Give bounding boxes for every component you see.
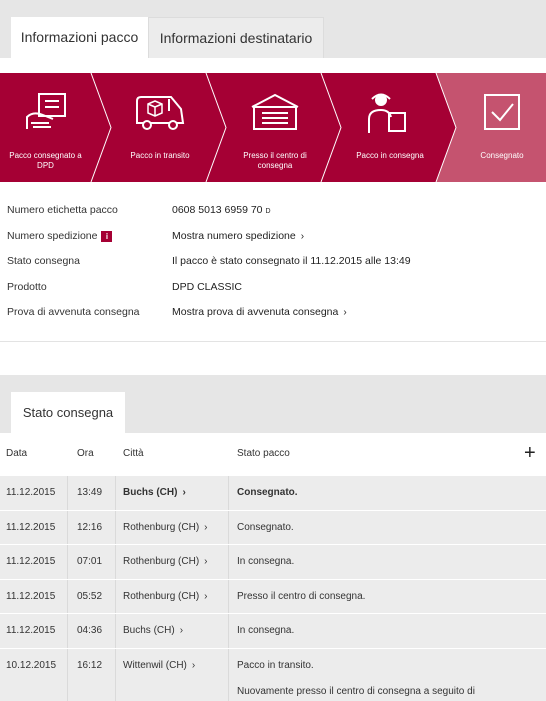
city-name: Rothenburg (CH)	[123, 556, 200, 567]
show-shipment-number-link[interactable]: Mostra numero spedizione ›	[172, 230, 304, 242]
product-value: DPD CLASSIC	[172, 280, 243, 293]
cell-time: 07:01	[77, 556, 103, 567]
tab-delivery-status[interactable]: Stato consegna	[11, 392, 125, 433]
tab-recipient-info[interactable]: Informazioni destinatario	[148, 17, 324, 58]
step-label: Pacco in transito	[130, 151, 190, 160]
table-row: 10.12.2015 16:12 Wittenwil (CH) › Pacco i…	[0, 648, 546, 701]
step-delivered: Consegnato	[452, 73, 546, 182]
info-icon[interactable]: i	[101, 230, 113, 242]
cell-city-link[interactable]: Rothenburg (CH) ›	[123, 556, 208, 567]
table-row: 11.12.2015 04:36 Buchs (CH) › In consegna…	[0, 614, 546, 649]
detail-row-status: Stato consegna Il pacco è stato consegna…	[0, 249, 546, 275]
table-row: 11.12.2015 12:16 Rothenburg (CH) › Conseg…	[0, 510, 546, 545]
cell-time: 16:12	[77, 659, 103, 671]
cell-date: 10.12.2015	[6, 659, 57, 671]
city-name: Rothenburg (CH)	[123, 590, 200, 602]
cell-city-link[interactable]: Rothenburg (CH) ›	[123, 522, 208, 533]
parcel-details: Numero etichetta pacco 0608 5013 6959 70…	[0, 198, 546, 326]
chevron-right-icon: ›	[191, 659, 196, 671]
chevron-right-icon: ›	[204, 521, 208, 533]
cell-time: 04:36	[77, 625, 103, 636]
chevron-right-icon: ›	[300, 230, 305, 242]
show-proof-link[interactable]: Mostra prova di avvenuta consegna ›	[172, 306, 347, 318]
step-label: Consegnato	[480, 151, 524, 160]
detail-label: Numero spedizione i	[7, 229, 113, 242]
hand-with-parcel-icon	[25, 93, 66, 129]
parcel-number-value: 0608 5013 6959 70 D	[172, 204, 271, 216]
detail-label: Numero etichetta pacco	[7, 204, 118, 216]
detail-row-shipment-number: Numero spedizione i Mostra numero spedizi…	[0, 224, 546, 250]
cell-status: Presso il centro di consegna.	[237, 590, 366, 602]
cell-city-link[interactable]: Rothenburg (CH) ›	[123, 591, 208, 602]
history-section-header: Stato consegna	[0, 375, 546, 433]
parcel-number-suffix: D	[265, 208, 271, 215]
checkmark-icon	[484, 94, 520, 130]
chevron-right-icon: ›	[204, 590, 208, 602]
delivery-progress: Pacco consegnato a DPD Pacco in transito…	[0, 73, 546, 182]
step-label: Pacco in consegna	[356, 151, 424, 160]
column-header-status: Stato pacco	[237, 448, 290, 459]
expand-plus-icon[interactable]: +	[524, 441, 536, 465]
delivery-van-icon	[136, 96, 185, 130]
detail-label: Prova di avvenuta consegna	[7, 306, 140, 318]
link-text: Mostra prova di avvenuta consegna	[172, 306, 339, 318]
step-picked-up: Pacco consegnato a DPD	[0, 73, 91, 182]
detail-row-proof: Prova di avvenuta consegna Mostra prova …	[0, 300, 546, 326]
depot-garage-icon	[251, 93, 299, 130]
step-label: Pacco consegnato a DPD	[9, 151, 82, 170]
cell-time: 13:49	[77, 487, 103, 498]
history-table-body: 11.12.2015 13:49 Buchs (CH) › Consegnato.…	[0, 476, 546, 701]
cell-status: In consegna.	[237, 556, 295, 567]
cell-date: 11.12.2015	[6, 521, 56, 533]
detail-row-parcel-number: Numero etichetta pacco 0608 5013 6959 70…	[0, 198, 546, 224]
step-out-for-delivery: Pacco in consegna	[334, 73, 446, 182]
link-text: Mostra numero spedizione	[172, 229, 296, 242]
step-at-depot: Presso il centro di consegna	[219, 73, 331, 182]
chevron-right-icon: ›	[343, 307, 347, 318]
cell-city-link[interactable]: Buchs (CH) ›	[123, 487, 186, 498]
chevron-right-icon: ›	[204, 556, 208, 567]
step-in-transit: Pacco in transito	[104, 73, 216, 182]
city-name: Rothenburg (CH)	[123, 521, 200, 533]
cell-date: 11.12.2015	[6, 625, 56, 636]
tab-parcel-info[interactable]: Informazioni pacco	[11, 17, 148, 58]
courier-with-parcel-icon	[368, 93, 406, 133]
cell-city-link[interactable]: Wittenwil (CH) ›	[123, 660, 195, 671]
chevron-right-icon: ›	[182, 487, 186, 498]
cell-date: 11.12.2015	[6, 487, 56, 498]
cell-status: Consegnato.	[237, 521, 294, 533]
step-label: Presso il centro di consegna	[243, 151, 307, 170]
cell-time: 12:16	[77, 521, 103, 533]
table-row: 11.12.2015 07:01 Rothenburg (CH) › In con…	[0, 545, 546, 580]
table-row: 11.12.2015 13:49 Buchs (CH) › Consegnato.	[0, 476, 546, 511]
cell-status: Consegnato.	[237, 487, 298, 498]
cell-status: Pacco in transito.	[237, 659, 314, 671]
parcel-number: 0608 5013 6959 70	[172, 204, 263, 216]
cell-status: In consegna.	[237, 625, 295, 636]
table-row: 11.12.2015 05:52 Rothenburg (CH) › Presso…	[0, 579, 546, 614]
cell-time: 05:52	[77, 590, 103, 602]
history-table-header: Data Ora Città Stato pacco +	[0, 433, 546, 476]
detail-row-product: Prodotto DPD CLASSIC	[0, 275, 546, 301]
column-header-time: Ora	[77, 448, 94, 459]
column-header-date: Data	[6, 448, 28, 459]
cell-date: 11.12.2015	[6, 590, 56, 602]
detail-label: Prodotto	[7, 280, 47, 293]
tracking-page: Informazioni pacco Informazioni destinat…	[0, 0, 546, 701]
city-name: Buchs (CH)	[123, 487, 178, 498]
city-name: Wittenwil (CH)	[123, 659, 187, 671]
detail-label: Stato consegna	[7, 255, 80, 267]
divider	[0, 341, 546, 342]
chevron-right-icon: ›	[179, 625, 184, 636]
info-tabbar: Informazioni pacco Informazioni destinat…	[0, 0, 546, 58]
cell-status-detail: Nuovamente presso il centro di consegna …	[237, 685, 475, 697]
cell-date: 11.12.2015	[6, 556, 56, 567]
delivery-status-value: Il pacco è stato consegnato il 11.12.201…	[172, 255, 411, 267]
column-header-city: Città	[123, 448, 144, 459]
cell-city-link[interactable]: Buchs (CH) ›	[123, 625, 183, 636]
shipment-number-label: Numero spedizione	[7, 229, 98, 242]
city-name: Buchs (CH)	[123, 625, 175, 636]
